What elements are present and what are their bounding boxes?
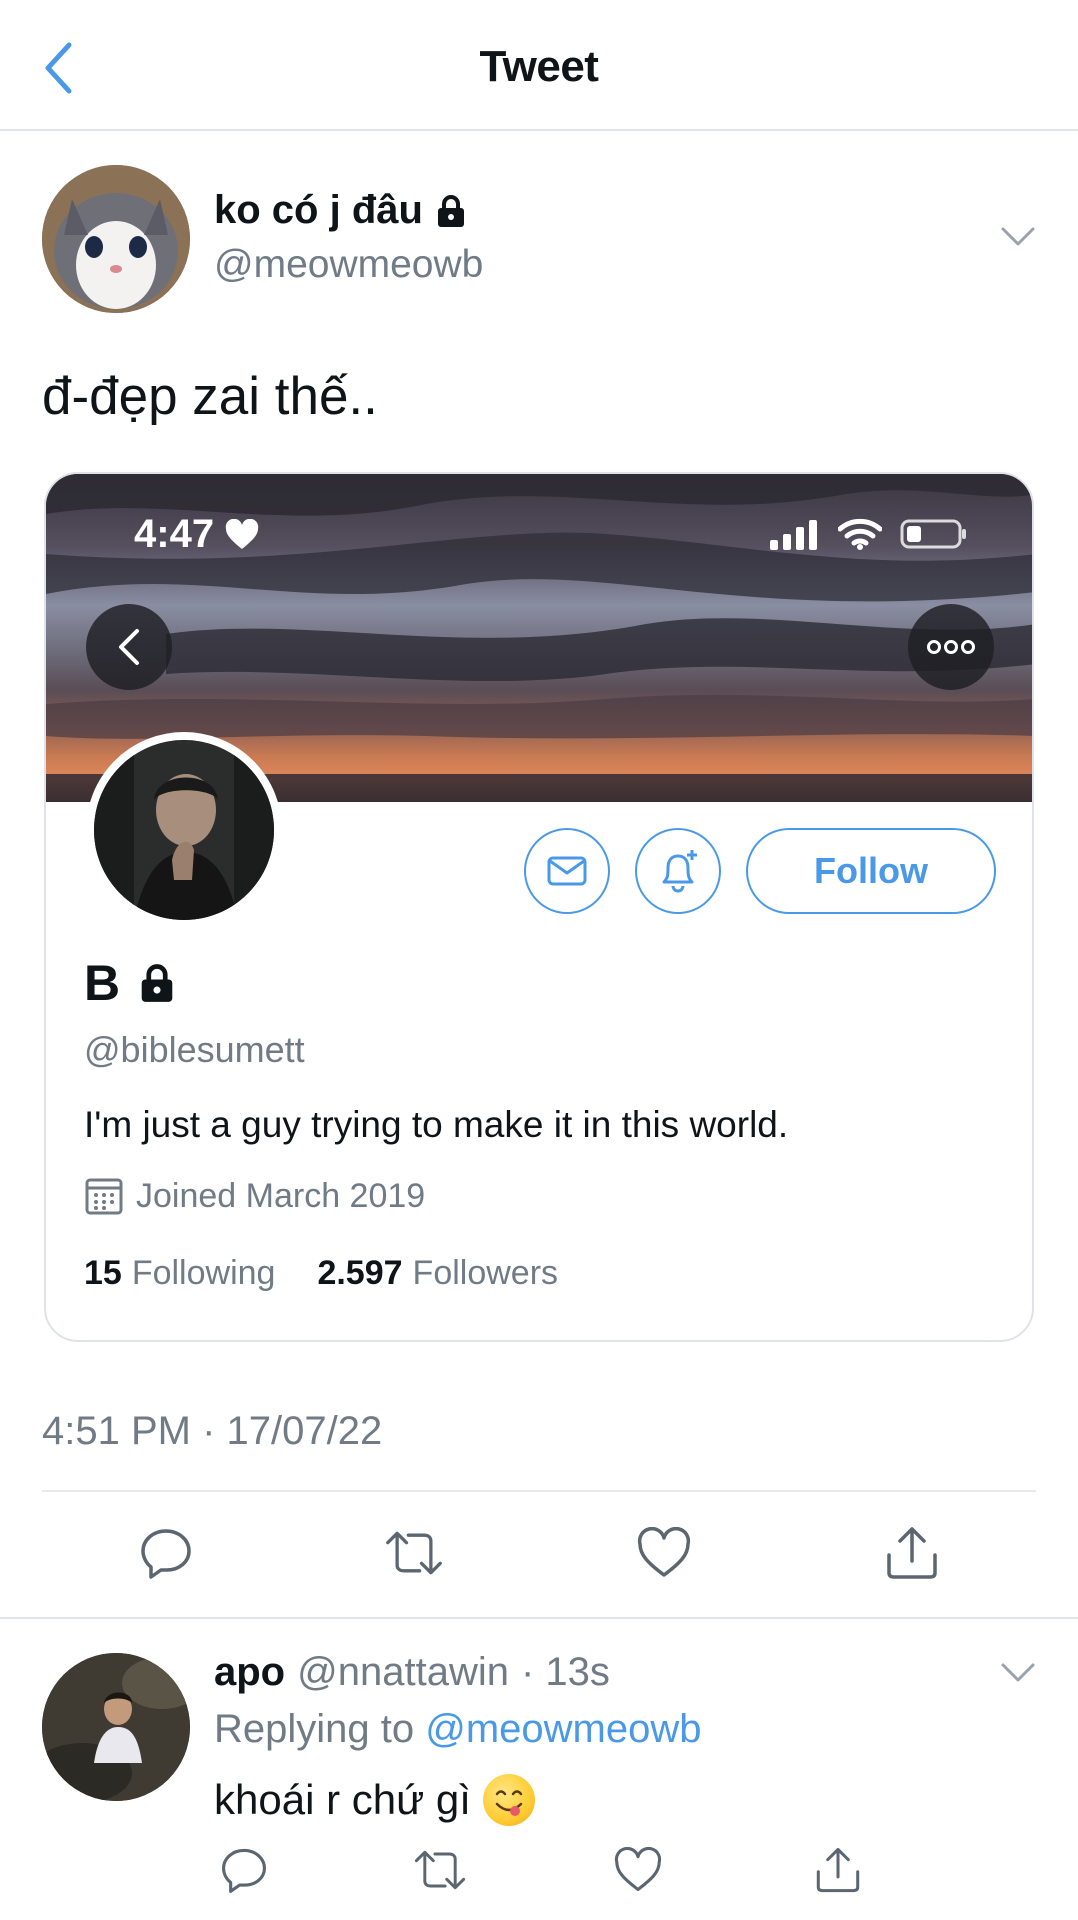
replying-to-mention[interactable]: @meowmeowb bbox=[425, 1707, 701, 1751]
reply-icon bbox=[222, 1848, 266, 1893]
reply-text: khoái r chứ gì bbox=[214, 1774, 535, 1826]
retweet-icon bbox=[386, 1531, 442, 1575]
author-avatar[interactable] bbox=[42, 165, 190, 313]
message-button[interactable] bbox=[524, 828, 610, 914]
profile-bio: I'm just a guy trying to make it in this… bbox=[84, 1104, 789, 1145]
person-avatar-image bbox=[42, 1653, 190, 1801]
more-options-button[interactable] bbox=[908, 604, 994, 690]
share-button[interactable] bbox=[882, 1523, 942, 1583]
tweet-timestamp: 4:51 PM · 17/07/22 bbox=[42, 1409, 383, 1453]
divider bbox=[0, 1617, 1078, 1619]
calendar-icon bbox=[85, 1178, 123, 1215]
reply-text-content: khoái r chứ gì bbox=[214, 1776, 471, 1823]
reply-retweet-button[interactable] bbox=[410, 1840, 470, 1900]
notifications-button[interactable] bbox=[635, 828, 721, 914]
reply-header: apo @nnattawin · 13s bbox=[214, 1650, 610, 1695]
reply-like-button[interactable] bbox=[608, 1840, 668, 1900]
profile-name-text: B bbox=[84, 955, 121, 1011]
reply-icon bbox=[141, 1529, 191, 1579]
divider bbox=[42, 1490, 1036, 1492]
lock-icon bbox=[141, 964, 173, 1002]
followers-count: 2.597 bbox=[317, 1254, 403, 1292]
tweet-actions bbox=[0, 1520, 1078, 1590]
reply-author-name[interactable]: apo bbox=[214, 1650, 285, 1695]
like-button[interactable] bbox=[634, 1523, 694, 1583]
author-handle[interactable]: @meowmeowb bbox=[214, 243, 483, 287]
author-name[interactable]: ko có j đâu bbox=[214, 188, 467, 233]
chevron-left-icon bbox=[119, 629, 139, 665]
more-dots-icon bbox=[927, 640, 975, 654]
heart-outline-icon bbox=[637, 1527, 691, 1577]
lock-icon bbox=[437, 194, 464, 227]
reply-author-handle[interactable]: @nnattawin bbox=[297, 1650, 509, 1695]
status-time-text: 4:47 bbox=[134, 512, 215, 556]
reply-button[interactable] bbox=[136, 1523, 196, 1583]
mail-icon bbox=[547, 856, 587, 886]
wifi-icon bbox=[838, 518, 882, 550]
signal-icon bbox=[770, 520, 817, 550]
following-label: Following bbox=[131, 1254, 276, 1292]
top-nav-bar: Tweet bbox=[0, 0, 1078, 131]
followers-label: Followers bbox=[412, 1254, 559, 1292]
follow-button[interactable]: Follow bbox=[746, 828, 996, 914]
kitten-avatar-image bbox=[42, 165, 190, 313]
replying-to-label: Replying to bbox=[214, 1707, 415, 1751]
share-icon bbox=[887, 1527, 937, 1579]
tweet-text: đ-đẹp zai thế.. bbox=[42, 367, 378, 426]
heart-outline-icon bbox=[614, 1847, 662, 1892]
replying-to: Replying to @meowmeowb bbox=[214, 1707, 702, 1752]
status-time: 4:47 bbox=[134, 512, 260, 557]
author-name-text: ko có j đâu bbox=[214, 188, 423, 232]
profile-joined: Joined March 2019 bbox=[84, 1176, 425, 1216]
reply-share-button[interactable] bbox=[808, 1840, 868, 1900]
reply-time: · 13s bbox=[520, 1650, 610, 1694]
person-avatar-image bbox=[94, 740, 274, 920]
reply-reply-button[interactable] bbox=[214, 1840, 274, 1900]
retweet-button[interactable] bbox=[384, 1523, 444, 1583]
status-icons bbox=[768, 518, 968, 550]
bell-plus-icon bbox=[662, 850, 697, 893]
chevron-down-icon[interactable] bbox=[1000, 1662, 1036, 1684]
profile-joined-text: Joined March 2019 bbox=[136, 1176, 426, 1215]
reply-avatar[interactable] bbox=[42, 1653, 190, 1801]
heart-icon bbox=[225, 518, 259, 549]
retweet-icon bbox=[414, 1850, 466, 1890]
chevron-down-icon[interactable] bbox=[1000, 226, 1036, 248]
reply-actions bbox=[0, 1840, 1078, 1900]
profile-stats: 15 Following 2.597 Followers bbox=[84, 1254, 558, 1293]
share-icon bbox=[816, 1847, 860, 1893]
card-back-button[interactable] bbox=[86, 604, 172, 690]
battery-icon bbox=[900, 519, 966, 549]
page-title: Tweet bbox=[479, 42, 599, 91]
profile-name: B bbox=[84, 954, 176, 1012]
following-count: 15 bbox=[84, 1254, 122, 1292]
profile-handle: @biblesumett bbox=[84, 1029, 305, 1070]
tweet-image-card[interactable]: 4:47 Follow B @biblesumett I'm just a gu… bbox=[44, 472, 1034, 1342]
yum-emoji-icon bbox=[482, 1774, 535, 1826]
profile-avatar[interactable] bbox=[86, 732, 282, 928]
